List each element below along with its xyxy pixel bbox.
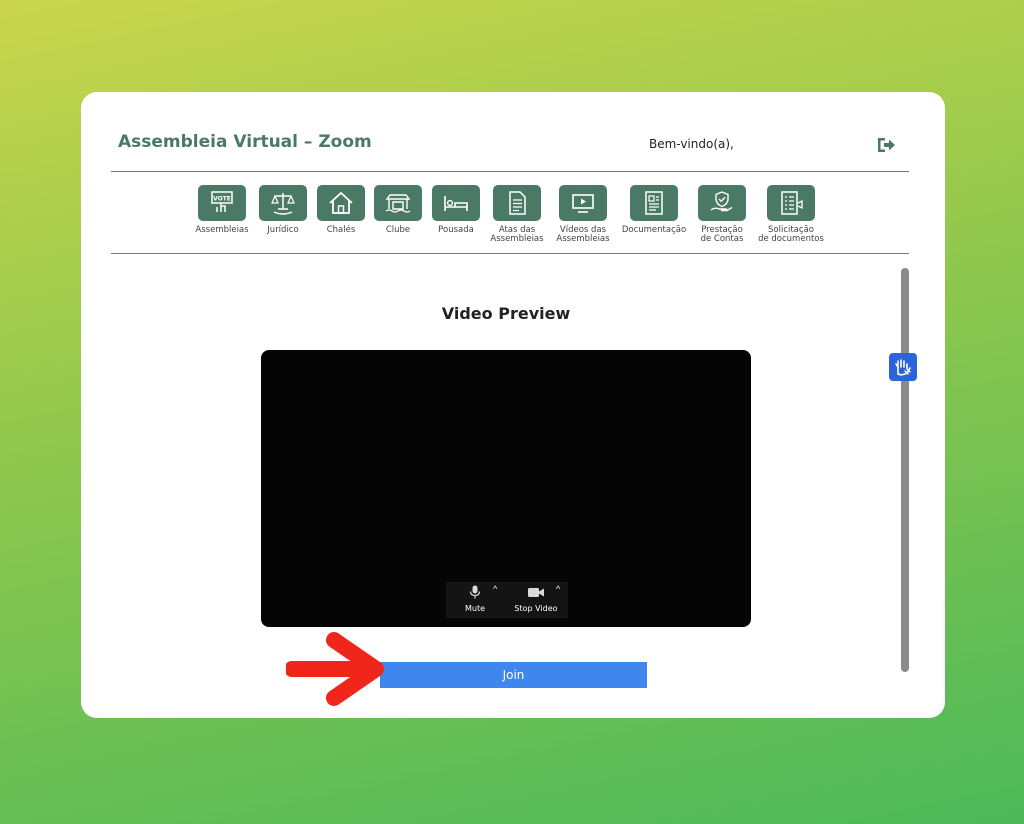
- document-icon: [509, 191, 526, 215]
- red-arrow-annotation: [286, 632, 384, 706]
- logout-icon[interactable]: [876, 136, 896, 154]
- nav-item-prestacao-de-contas[interactable]: Prestação de Contas: [687, 185, 757, 244]
- accessibility-button[interactable]: [889, 353, 917, 381]
- icon-navigation: VOTE Assembleias Jurídico Chalés Clube P…: [81, 185, 945, 249]
- mute-button[interactable]: Mute: [460, 585, 490, 613]
- bed-icon: [444, 196, 468, 211]
- video-controls-bar: Mute ^ Stop Video ^: [446, 582, 568, 618]
- folder-doc-icon: [645, 191, 663, 215]
- club-icon: [385, 194, 411, 213]
- house-icon: [329, 191, 353, 214]
- microphone-icon: [469, 585, 481, 599]
- video-preview: Mute ^ Stop Video ^: [261, 350, 751, 627]
- welcome-text: Bem-vindo(a),: [649, 137, 734, 151]
- video-preview-title: Video Preview: [441, 304, 571, 323]
- nav-label: Prestação de Contas: [700, 225, 744, 244]
- nav-item-videos-das-assembleias[interactable]: Vídeos das Assembleias: [548, 185, 618, 244]
- audio-options-caret[interactable]: ^: [493, 584, 497, 594]
- nav-label: Documentação: [621, 225, 687, 235]
- video-options-caret[interactable]: ^: [556, 584, 560, 594]
- nav-item-assembleias[interactable]: VOTE Assembleias: [187, 185, 257, 235]
- nav-item-solicitacao-de-documentos[interactable]: Solicitação de documentos: [756, 185, 826, 244]
- stop-video-button[interactable]: Stop Video: [513, 585, 559, 613]
- nav-label: Atas das Assembleias: [490, 225, 544, 244]
- nav-item-atas-das-assembleias[interactable]: Atas das Assembleias: [482, 185, 552, 244]
- video-camera-icon: [528, 588, 544, 597]
- checklist-icon: [781, 191, 803, 215]
- mute-label: Mute: [464, 604, 486, 613]
- sign-language-hands-icon: [895, 359, 911, 376]
- main-card: Assembleia Virtual – Zoom Bem-vindo(a), …: [81, 92, 945, 718]
- scales-icon: [271, 193, 295, 215]
- join-button[interactable]: Join: [380, 662, 647, 688]
- nav-label: Pousada: [438, 225, 474, 235]
- nav-label: Assembleias: [195, 225, 249, 235]
- stop-video-label: Stop Video: [514, 604, 558, 613]
- nav-divider: [111, 253, 909, 254]
- header-divider: [111, 171, 909, 172]
- hand-shield-icon: [710, 191, 733, 212]
- nav-label: Solicitação de documentos: [758, 225, 824, 244]
- scrollbar[interactable]: [901, 268, 909, 672]
- nav-label: Vídeos das Assembleias: [556, 225, 610, 244]
- page-title: Assembleia Virtual – Zoom: [118, 132, 372, 152]
- video-play-icon: [572, 194, 594, 213]
- vote-badge-text: VOTE: [213, 196, 231, 203]
- nav-item-documentacao[interactable]: Documentação: [619, 185, 689, 235]
- nav-item-pousada[interactable]: Pousada: [421, 185, 491, 235]
- vote-icon: VOTE: [211, 191, 233, 212]
